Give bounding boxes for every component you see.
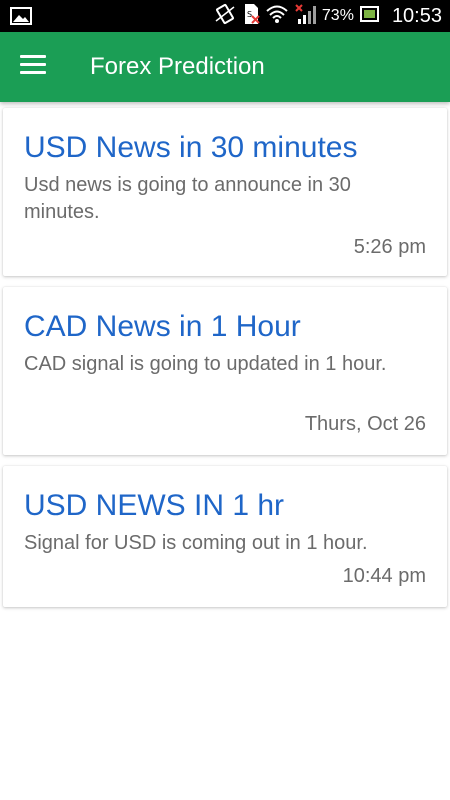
status-icons: S 73% 10:53: [214, 0, 442, 32]
notification-card[interactable]: USD NEWS IN 1 hr Signal for USD is comin…: [3, 466, 447, 607]
app-title: Forex Prediction: [90, 53, 265, 80]
notification-time: 5:26 pm: [353, 236, 426, 258]
notification-body: Usd news is going to announce in 30 minu…: [24, 174, 351, 223]
sim-icon: S: [242, 3, 260, 30]
battery-percent: 73%: [321, 7, 354, 24]
notification-title: USD News in 30 minutes: [24, 131, 358, 164]
gallery-icon: [10, 6, 32, 26]
svg-text:S: S: [247, 10, 252, 19]
notification-title: USD NEWS IN 1 hr: [24, 489, 285, 522]
status-time: 10:53: [391, 4, 442, 27]
hamburger-menu-icon[interactable]: [20, 55, 46, 79]
vibrate-icon: [214, 3, 236, 30]
notification-body: Signal for USD is coming out in 1 hour.: [24, 532, 368, 554]
wifi-icon: [266, 4, 288, 29]
notification-card[interactable]: USD News in 30 minutes Usd news is going…: [3, 108, 447, 276]
battery-icon: [359, 5, 380, 27]
notification-body: CAD signal is going to updated in 1 hour…: [24, 353, 387, 375]
status-bar: S 73% 10:53: [0, 0, 450, 32]
notification-title: CAD News in 1 Hour: [24, 310, 301, 343]
notification-card[interactable]: CAD News in 1 Hour CAD signal is going t…: [3, 287, 447, 455]
app-bar: Forex Prediction: [0, 32, 450, 102]
signal-icon: [294, 3, 316, 30]
notification-time: 10:44 pm: [342, 565, 426, 587]
notification-time: Thurs, Oct 26: [304, 413, 426, 435]
